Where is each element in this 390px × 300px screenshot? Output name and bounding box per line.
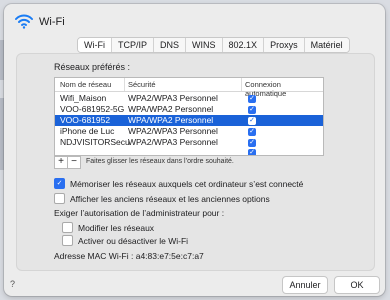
table-row[interactable]: ✓ — [55, 148, 323, 155]
cancel-button[interactable]: Annuler — [282, 276, 328, 294]
column-divider — [124, 78, 125, 91]
network-security: WPA/WPA2 Personnel — [128, 104, 214, 114]
column-header-security[interactable]: Sécurité — [128, 80, 156, 89]
network-security: WPA2/WPA3 Personnel — [128, 126, 218, 136]
add-network-button[interactable]: + — [54, 156, 68, 169]
column-divider — [241, 78, 242, 91]
network-name: iPhone de Luc — [60, 126, 115, 136]
preferred-networks-table[interactable]: Nom de réseau Sécurité Connexion automat… — [54, 77, 324, 156]
remember-networks-checkbox[interactable]: ✓ — [54, 178, 65, 189]
modify-networks-option[interactable]: Modifier les réseaux — [62, 222, 154, 233]
wifi-icon — [15, 14, 33, 29]
auto-join-checkbox[interactable]: ✓ — [248, 149, 256, 155]
tab-bar: Wi-Fi TCP/IP DNS WINS 802.1X Proxys Maté… — [77, 37, 350, 53]
mac-address-label: Adresse MAC Wi-Fi : — [54, 251, 134, 261]
network-security: WPA2/WPA3 Personnel — [128, 137, 218, 147]
auto-join-checkbox[interactable]: ✓ — [248, 116, 256, 125]
tab-tcpip[interactable]: TCP/IP — [112, 38, 155, 52]
network-security: WPA/WPA2 Personnel — [128, 115, 214, 125]
remember-networks-option[interactable]: ✓ Mémoriser les réseaux auxquels cet ord… — [54, 178, 303, 189]
table-row[interactable]: VOO-681952-5G WPA/WPA2 Personnel ✓ — [55, 104, 323, 115]
tab-8021x[interactable]: 802.1X — [222, 38, 265, 52]
drag-hint-text: Faites glisser les réseaux dans l’ordre … — [86, 158, 234, 165]
tab-wifi[interactable]: Wi-Fi — [78, 38, 112, 52]
mac-address-value: a4:83:e7:5e:c7:a7 — [135, 251, 204, 261]
tab-dns[interactable]: DNS — [154, 38, 187, 52]
network-name: NDJVISITORSecu — [60, 137, 130, 147]
network-security: WPA2/WPA3 Personnel — [128, 93, 218, 103]
remember-networks-label: Mémoriser les réseaux auxquels cet ordin… — [70, 178, 304, 189]
modify-networks-checkbox[interactable] — [62, 222, 73, 233]
table-header: Nom de réseau Sécurité Connexion automat… — [55, 78, 323, 98]
show-legacy-label: Afficher les anciens réseaux et les anci… — [70, 193, 270, 204]
remove-network-button[interactable]: − — [68, 156, 81, 169]
tab-proxys[interactable]: Proxys — [264, 38, 305, 52]
table-row[interactable]: NDJVISITORSecu WPA2/WPA3 Personnel ✓ — [55, 137, 323, 148]
tab-wins[interactable]: WINS — [186, 38, 223, 52]
toggle-wifi-checkbox[interactable] — [62, 235, 73, 246]
mac-address-row: Adresse MAC Wi-Fi : a4:83:e7:5e:c7:a7 — [54, 251, 204, 261]
admin-auth-heading: Exiger l’autorisation de l’administrateu… — [54, 208, 225, 218]
auto-join-checkbox[interactable]: ✓ — [248, 127, 256, 136]
window-title: Wi-Fi — [39, 16, 65, 28]
ok-button[interactable]: OK — [334, 276, 380, 294]
help-icon[interactable]: ? — [10, 279, 20, 289]
tab-materiel[interactable]: Matériel — [304, 38, 349, 52]
auto-join-checkbox[interactable]: ✓ — [248, 94, 256, 103]
add-remove-control: + − — [54, 156, 81, 169]
show-legacy-checkbox[interactable] — [54, 193, 65, 204]
modify-networks-label: Modifier les réseaux — [78, 222, 155, 233]
network-name: VOO-681952 — [60, 115, 111, 125]
table-row[interactable]: iPhone de Luc WPA2/WPA3 Personnel ✓ — [55, 126, 323, 137]
table-row-selected[interactable]: VOO-681952 WPA/WPA2 Personnel ✓ — [55, 115, 323, 126]
table-row[interactable]: Wifi_Maison WPA2/WPA3 Personnel ✓ — [55, 93, 323, 104]
toggle-wifi-option[interactable]: Activer ou désactiver le Wi-Fi — [62, 235, 188, 246]
network-name: Wifi_Maison — [60, 93, 107, 103]
show-legacy-option[interactable]: Afficher les anciens réseaux et les anci… — [54, 193, 270, 204]
toggle-wifi-label: Activer ou désactiver le Wi-Fi — [78, 235, 189, 246]
column-header-name[interactable]: Nom de réseau — [60, 80, 111, 89]
auto-join-checkbox[interactable]: ✓ — [248, 105, 256, 114]
preferred-networks-label: Réseaux préférés : — [54, 62, 131, 72]
network-name: VOO-681952-5G — [60, 104, 125, 114]
auto-join-checkbox[interactable]: ✓ — [248, 138, 256, 147]
